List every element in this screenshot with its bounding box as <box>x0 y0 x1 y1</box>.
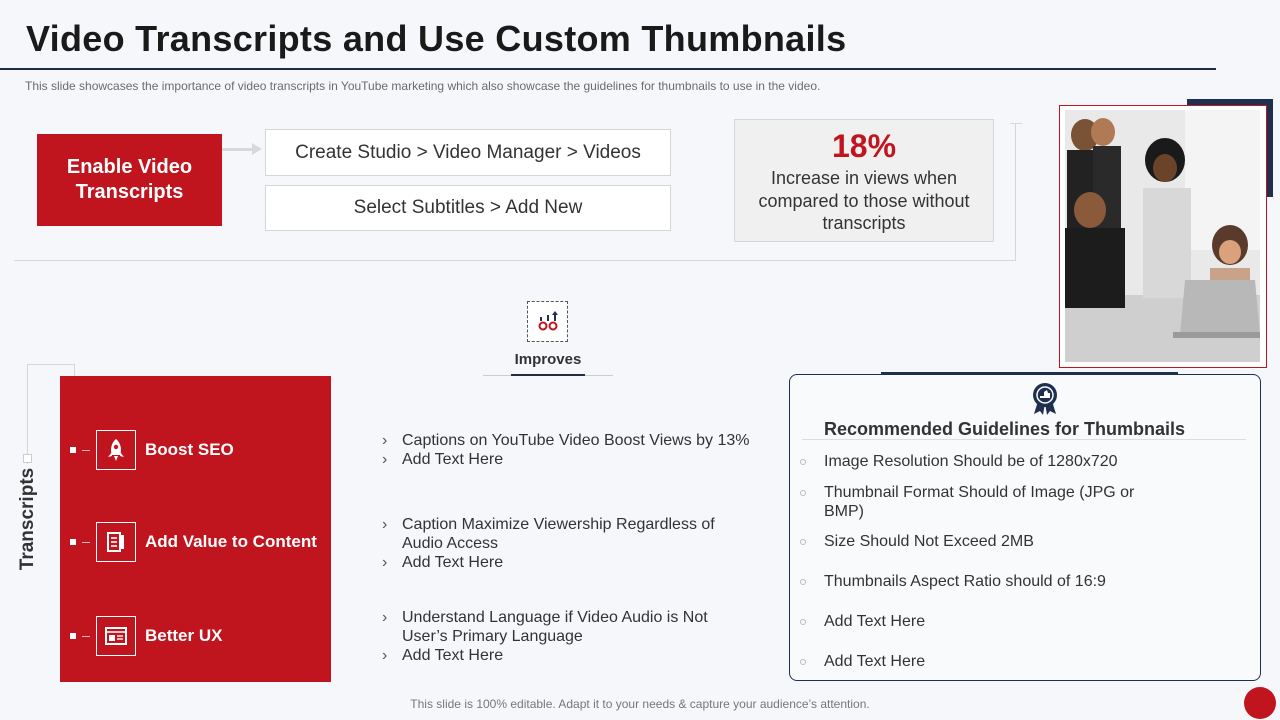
bracket-tick <box>1010 123 1022 124</box>
detail-item: Add Text Here <box>382 450 750 469</box>
page-subtitle: This slide showcases the importance of v… <box>25 79 821 93</box>
bullet-icon <box>800 490 806 496</box>
improves-label: Improves <box>514 351 582 368</box>
transcripts-dot <box>23 454 32 463</box>
growth-chart-icon <box>527 301 568 342</box>
bullet-icon <box>800 579 806 585</box>
transcripts-connector-vertical <box>27 364 28 464</box>
transcripts-label: Transcripts <box>17 467 38 571</box>
title-divider <box>0 68 1216 70</box>
bullet-icon <box>70 447 76 453</box>
detail-list-1: Captions on YouTube Video Boost Views by… <box>382 431 750 469</box>
improves-underline-accent <box>511 374 585 376</box>
guideline-item: Image Resolution Should be of 1280x720 <box>800 452 1160 471</box>
benefit-better-ux: Better UX <box>70 616 222 656</box>
corner-decoration <box>1244 687 1276 719</box>
detail-list-2: Caption Maximize Viewership Regardless o… <box>382 515 742 572</box>
enable-transcripts-box: Enable Video Transcripts <box>37 134 222 226</box>
bracket-line <box>14 260 1016 261</box>
ux-window-icon <box>96 616 136 656</box>
detail-item: Add Text Here <box>382 553 742 572</box>
bracket-line-vertical <box>1015 123 1016 261</box>
detail-item: Add Text Here <box>382 646 742 665</box>
connector <box>82 449 90 451</box>
transcripts-connector-stub <box>74 364 75 376</box>
footer-note: This slide is 100% editable. Adapt it to… <box>410 697 870 711</box>
arrow-connector <box>222 148 256 151</box>
step-box-1: Create Studio > Video Manager > Videos <box>265 129 671 176</box>
benefit-label: Add Value to Content <box>145 532 317 551</box>
guidelines-divider <box>802 439 1246 440</box>
page-title: Video Transcripts and Use Custom Thumbna… <box>26 18 847 59</box>
bullet-icon <box>70 633 76 639</box>
stat-text: Increase in views when compared to those… <box>758 168 970 233</box>
bullet-icon <box>800 539 806 545</box>
benefit-label: Better UX <box>145 626 223 645</box>
document-icon <box>96 522 136 562</box>
guideline-item: Thumbnail Format Should of Image (JPG or… <box>800 483 1160 521</box>
benefit-add-value: Add Value to Content <box>70 522 317 562</box>
transcripts-connector <box>27 364 75 365</box>
guidelines-top-bar <box>881 372 1178 375</box>
benefit-boost-seo: Boost SEO <box>70 430 234 470</box>
connector <box>82 635 90 637</box>
arrow-head-icon <box>252 143 262 155</box>
detail-item: Understand Language if Video Audio is No… <box>382 608 742 646</box>
rocket-icon <box>96 430 136 470</box>
detail-item: Caption Maximize Viewership Regardless o… <box>382 515 742 553</box>
stat-box: 18% Increase in views when compared to t… <box>734 119 994 242</box>
bullet-icon <box>800 619 806 625</box>
detail-item: Captions on YouTube Video Boost Views by… <box>382 431 750 450</box>
bullet-icon <box>800 659 806 665</box>
stat-percent: 18% <box>831 128 897 164</box>
connector <box>82 541 90 543</box>
detail-list-3: Understand Language if Video Audio is No… <box>382 608 742 665</box>
guideline-item: Size Should Not Exceed 2MB <box>800 532 1160 551</box>
benefit-label: Boost SEO <box>145 440 234 459</box>
guideline-item: Thumbnails Aspect Ratio should of 16:9 <box>800 572 1160 591</box>
guideline-item: Add Text Here <box>800 612 1160 631</box>
team-photo <box>1065 110 1260 362</box>
step-box-2: Select Subtitles > Add New <box>265 185 671 231</box>
award-badge-icon <box>1033 383 1057 415</box>
bullet-icon <box>70 539 76 545</box>
guidelines-title: Recommended Guidelines for Thumbnails <box>824 419 1186 439</box>
guideline-item: Add Text Here <box>800 652 1160 671</box>
bullet-icon <box>800 459 806 465</box>
